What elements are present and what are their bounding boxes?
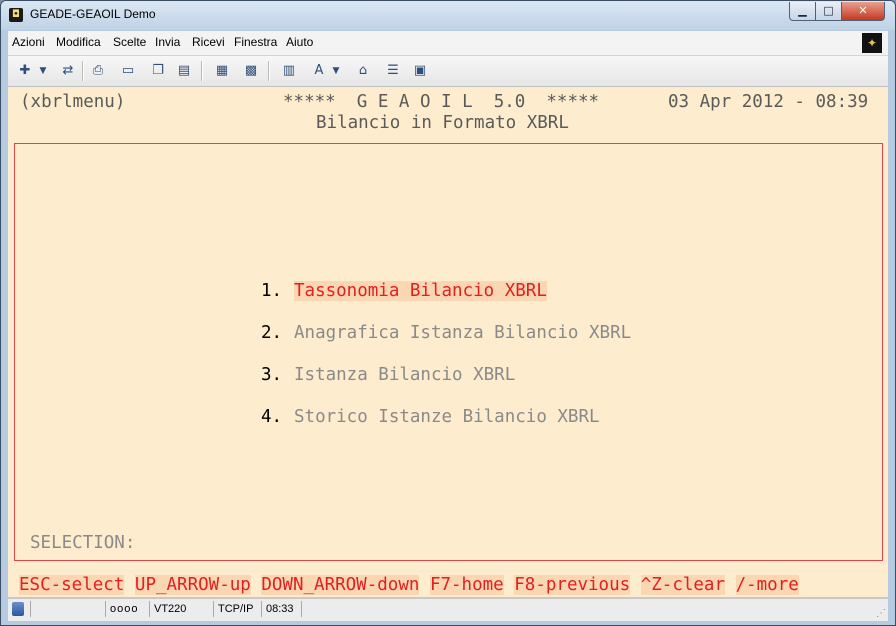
menu-invia[interactable]: Invia [155, 35, 180, 49]
protocol: TCP/IP [213, 601, 253, 617]
receive-icon[interactable]: ▩ [241, 61, 261, 81]
menu-frame [14, 143, 883, 561]
option-1[interactable]: Tassonomia Bilancio XBRL [294, 281, 547, 301]
font-icon[interactable]: A [309, 61, 329, 81]
option-3[interactable]: Istanza Bilancio XBRL [294, 365, 515, 385]
open-folder-icon[interactable]: ▭ [118, 61, 138, 81]
status-divider [301, 601, 306, 617]
app-banner: ***** G E A O I L 5.0 ***** [283, 92, 600, 112]
terminal-screen[interactable]: (xbrlmenu) ***** G E A O I L 5.0 ***** 0… [8, 87, 888, 597]
datetime: 03 Apr 2012 - 08:39 [668, 92, 869, 112]
logo-icon: ✦ [862, 33, 882, 53]
option-1-number: 1. [261, 281, 283, 301]
book-icon[interactable]: ▥ [279, 61, 299, 81]
maximize-button[interactable]: □ [815, 2, 842, 21]
menu-finestra[interactable]: Finestra [234, 35, 277, 49]
resize-grip-icon[interactable]: ⋰ [876, 608, 886, 619]
settings-icon[interactable]: ☰ [383, 61, 403, 81]
screen-title: Bilancio in Formato XBRL [316, 113, 569, 133]
toolbar: ✚ ▼ ⇄ ⎙ ▭ ❐ ▤ ▦ ▩ ▥ A ▼ ⌂ ☰ ▣ [8, 56, 888, 87]
status-leds: oooo [105, 601, 138, 617]
terminal-type: VT220 [149, 601, 186, 617]
window-title: GEADE-GEAOIL Demo [30, 7, 156, 21]
properties-icon[interactable]: ⌂ [353, 61, 373, 81]
fkey-up[interactable]: UP_ARROW-up [134, 575, 251, 595]
selection-prompt: SELECTION: [30, 533, 136, 553]
fkey-clear[interactable]: ^Z-clear [640, 575, 726, 595]
toolbar-separator [201, 61, 203, 81]
app-icon[interactable]: ◘ [9, 8, 23, 22]
option-2-number: 2. [261, 323, 283, 343]
menu-azioni[interactable]: Azioni [12, 35, 45, 49]
font-dropdown-icon[interactable]: ▼ [330, 61, 342, 81]
program-name: (xbrlmenu) [20, 92, 126, 112]
title-bar[interactable]: ◘ GEADE-GEAOIL Demo ▁ □ ✕ [1, 1, 895, 30]
menu-ricevi[interactable]: Ricevi [192, 35, 225, 49]
terminal-icon[interactable]: ▣ [410, 61, 430, 81]
fkey-esc[interactable]: ESC-select [19, 575, 125, 595]
connect-icon[interactable]: ⇄ [58, 61, 78, 81]
paste-icon[interactable]: ▤ [174, 61, 194, 81]
menu-bar: Azioni Modifica Scelte Invia Ricevi Fine… [8, 31, 888, 56]
send-icon[interactable]: ▦ [212, 61, 232, 81]
fkey-more[interactable]: /-more [735, 575, 799, 595]
function-key-bar: ESC-select UP_ARROW-up DOWN_ARROW-down F… [19, 575, 799, 595]
option-3-number: 3. [261, 365, 283, 385]
app-window: ◘ GEADE-GEAOIL Demo ▁ □ ✕ Azioni Modific… [0, 0, 896, 626]
menu-scelte[interactable]: Scelte [113, 35, 146, 49]
minimize-button[interactable]: ▁ [789, 2, 816, 21]
fkey-f7[interactable]: F7-home [429, 575, 504, 595]
option-2[interactable]: Anagrafica Istanza Bilancio XBRL [294, 323, 631, 343]
status-time: 08:33 [261, 601, 294, 617]
fkey-down[interactable]: DOWN_ARROW-down [261, 575, 420, 595]
new-session-icon[interactable]: ✚ [15, 61, 35, 81]
close-button[interactable]: ✕ [841, 2, 885, 21]
menu-aiuto[interactable]: Aiuto [286, 35, 313, 49]
toolbar-separator [82, 61, 84, 81]
status-blank [30, 601, 105, 617]
print-icon[interactable]: ⎙ [88, 61, 108, 81]
copy-icon[interactable]: ❐ [148, 61, 168, 81]
menu-modifica[interactable]: Modifica [56, 35, 101, 49]
option-4-number: 4. [261, 407, 283, 427]
option-4[interactable]: Storico Istanze Bilancio XBRL [294, 407, 600, 427]
status-bar: oooo VT220 TCP/IP 08:33 ⋰ [8, 598, 888, 621]
dropdown-arrow-icon[interactable]: ▼ [37, 61, 49, 81]
toolbar-separator [268, 61, 270, 81]
fkey-f8[interactable]: F8-previous [514, 575, 631, 595]
connection-status-icon [12, 602, 24, 616]
